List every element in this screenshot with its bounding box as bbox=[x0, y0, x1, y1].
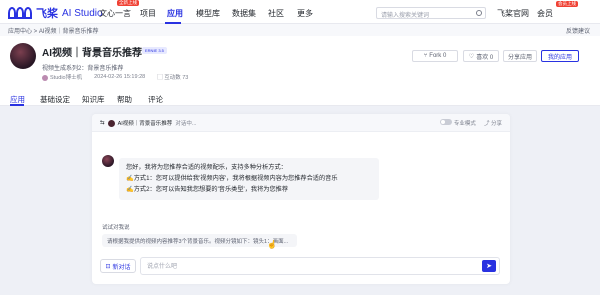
app-meta: Studio博士机 2024-02-26 15:19:28 ▢ 互动数 73 bbox=[42, 73, 188, 81]
publish-date: 2024-02-26 15:19:28 bbox=[94, 74, 146, 80]
paddle-logo-icon bbox=[8, 6, 34, 20]
chat-input[interactable] bbox=[147, 262, 467, 272]
back-icon[interactable]: ⇆ bbox=[100, 120, 105, 126]
nav-item-projects[interactable]: 项目 bbox=[140, 8, 156, 19]
share-chat-button[interactable]: ⤴ 分享 bbox=[484, 119, 502, 127]
nav-item-community[interactable]: 社区 bbox=[268, 8, 284, 19]
nav-item-wenxin[interactable]: 文心一言 bbox=[99, 8, 131, 19]
feedback-link[interactable]: 反馈建议 bbox=[566, 26, 590, 35]
send-icon: ➤ bbox=[486, 263, 492, 270]
new-chat-icon: ⊡ bbox=[105, 263, 111, 270]
send-button[interactable]: ➤ bbox=[482, 260, 496, 272]
member-link[interactable]: 会员 bbox=[537, 8, 553, 19]
bot-avatar bbox=[102, 155, 114, 167]
nav-item-apps[interactable]: 应用 bbox=[167, 8, 183, 19]
fork-icon: ⑂ bbox=[423, 53, 428, 59]
author[interactable]: Studio博士机 bbox=[42, 73, 82, 81]
logo-text: 飞桨 bbox=[36, 8, 58, 20]
fork-button[interactable]: ⑂ Fork 0 bbox=[412, 50, 458, 62]
like-button[interactable]: ♡ 喜欢 0 bbox=[463, 50, 499, 62]
my-apps-button[interactable]: 我的应用 bbox=[541, 50, 579, 62]
share-app-button[interactable]: 分享应用 bbox=[503, 50, 537, 62]
nav-item-more[interactable]: 更多 bbox=[297, 8, 313, 19]
paddle-logo[interactable]: 飞桨 AI Studio bbox=[8, 5, 103, 21]
new-chat-button[interactable]: ⊡ 新对话 bbox=[100, 259, 136, 273]
search-placeholder: 请输入搜索关键词 bbox=[381, 13, 430, 19]
top-navbar: 飞桨 AI Studio 文心一言 全新上线 项目 应用 模型库 数据集 社区 … bbox=[0, 0, 600, 24]
search-input[interactable]: 请输入搜索关键词 bbox=[376, 7, 486, 19]
new-launch-badge: 全新上线 bbox=[117, 0, 139, 6]
chat-title: AI视频｜背景音乐推荐 bbox=[117, 121, 173, 127]
active-tab-underline bbox=[10, 104, 24, 106]
bot-mini-avatar bbox=[107, 119, 115, 127]
app-header: AI视频｜背景音乐推荐 ERNIE 3.5 视频生成系列2：背景音乐推荐 Stu… bbox=[0, 36, 600, 88]
logo-subtitle: AI Studio bbox=[62, 7, 103, 19]
author-avatar bbox=[42, 74, 48, 81]
breadcrumb-bar: 应用中心 > AI视频｜背景音乐推荐 反馈建议 bbox=[0, 24, 600, 36]
nav-item-models[interactable]: 模型库 bbox=[196, 8, 220, 19]
tab-comments[interactable]: 评论 bbox=[148, 94, 163, 105]
share-icon: ⤴ bbox=[483, 121, 490, 127]
bot-message-bubble: 您好，我将为您推荐合适的视频配乐，支持多种分析方式： ✍方式1：您可以提供给我'… bbox=[119, 158, 379, 200]
nav-item-datasets[interactable]: 数据集 bbox=[232, 8, 256, 19]
chat-header: ⇆ AI视频｜背景音乐推荐 对话中... 专业模式 ⤴ 分享 bbox=[92, 114, 510, 132]
writing-hand-icon: ✍ bbox=[126, 175, 134, 182]
pro-mode-toggle[interactable]: 专业模式 bbox=[440, 119, 476, 127]
chat-input-box: ➤ bbox=[140, 257, 500, 275]
try-saying-label: 试试对我说 bbox=[102, 225, 130, 231]
app-avatar bbox=[10, 43, 36, 69]
app-subtitle: 视频生成系列2：背景音乐推荐 bbox=[42, 66, 124, 72]
message-line-3: ✍方式2：您可以告知我您想要的'音乐类型'，我将为您推荐 bbox=[126, 186, 289, 193]
writing-hand-icon: ✍ bbox=[126, 186, 134, 193]
member-badge: 会员上线 bbox=[556, 1, 578, 7]
official-site-link[interactable]: 飞桨官网 bbox=[497, 8, 529, 19]
search-icon[interactable] bbox=[476, 10, 482, 16]
breadcrumb[interactable]: 应用中心 > AI视频｜背景音乐推荐 bbox=[8, 26, 99, 35]
heart-icon: ♡ bbox=[468, 53, 475, 60]
message-line-2: ✍方式1：您可以提供给我'视频内容'，我将根据视频内容为您推荐合适的音乐 bbox=[126, 175, 338, 182]
app-title: AI视频｜背景音乐推荐 bbox=[42, 48, 142, 59]
model-tag: ERNIE 3.5 bbox=[142, 47, 167, 54]
chat-status: 对话中... bbox=[175, 121, 197, 127]
chat-panel: ⇆ AI视频｜背景音乐推荐 对话中... 专业模式 ⤴ 分享 您好，我将为您推荐… bbox=[92, 114, 510, 284]
interaction-count: ▢ 互动数 73 bbox=[157, 75, 189, 81]
toggle-switch[interactable] bbox=[440, 119, 453, 125]
tab-knowledge-base[interactable]: 知识库 bbox=[82, 94, 105, 105]
message-line-1: 您好，我将为您推荐合适的视频配乐，支持多种分析方式： bbox=[126, 164, 287, 171]
app-tabs: 应用 基础设定 知识库 帮助 评论 bbox=[0, 88, 600, 106]
tab-basic-settings[interactable]: 基础设定 bbox=[40, 94, 70, 105]
mouse-cursor-icon: ☝ bbox=[267, 240, 277, 249]
tab-help[interactable]: 帮助 bbox=[117, 94, 132, 105]
